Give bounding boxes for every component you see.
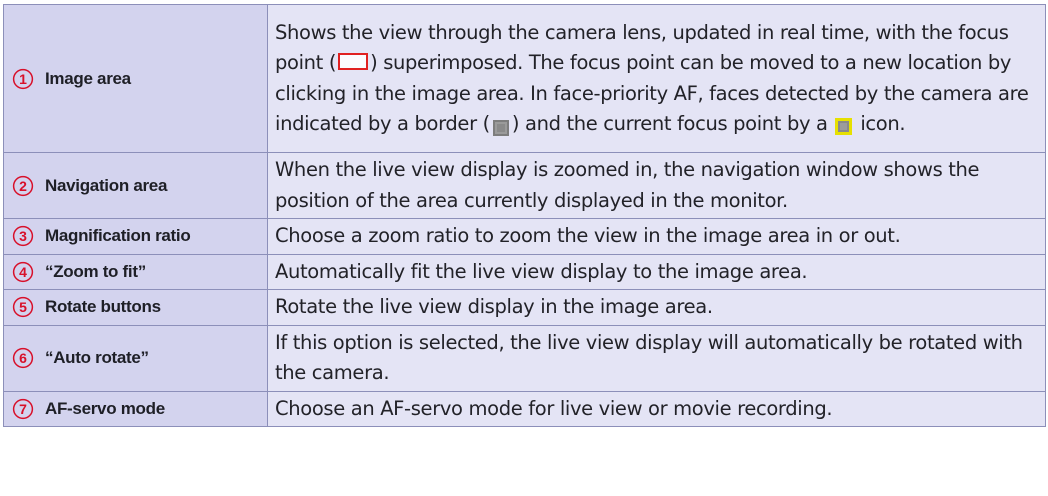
row-label-cell: 7 AF-servo mode [3, 390, 268, 427]
row-label-cell: 5 Rotate buttons [3, 289, 268, 326]
row-label: Rotate buttons [45, 297, 161, 317]
row-description-cell: Rotate the live view display in the imag… [267, 289, 1046, 326]
table-row: 7 AF-servo mode Choose an AF-servo mode fo… [3, 390, 1046, 427]
callout-number-6: 6 [12, 347, 34, 369]
row-label: Magnification ratio [45, 226, 191, 246]
callout-digit: 1 [19, 71, 27, 87]
callout-number-5: 5 [12, 296, 34, 318]
row-label-cell: 3 Magnification ratio [3, 218, 268, 255]
row-description-cell: When the live view display is zoomed in,… [267, 152, 1046, 219]
callout-number-7: 7 [12, 398, 34, 420]
table-row: 6 “Auto rotate” If this option is selected… [3, 324, 1046, 392]
table-body: 1 Image area Shows the view through the ca… [3, 4, 1046, 427]
table-row: 1 Image area Shows the view through the ca… [3, 4, 1046, 153]
description-text: Choose an AF-servo mode for live view or… [275, 396, 833, 420]
row-label: Image area [45, 68, 131, 88]
callout-digit: 5 [19, 299, 27, 315]
row-label-cell: 1 Image area [3, 4, 268, 153]
description-text: Choose a zoom ratio to zoom the view in … [275, 224, 901, 247]
row-label: “Zoom to fit” [45, 261, 146, 281]
table-row: 5 Rotate buttons Rotate the live view disp… [3, 289, 1046, 326]
row-label-cell: 2 Navigation area [3, 152, 268, 219]
description-text: ) and the current focus point by a [511, 112, 834, 135]
table-row: 4 “Zoom to fit” Automatically fit the live… [3, 253, 1046, 290]
row-description-cell: If this option is selected, the live vie… [267, 324, 1046, 392]
description-text: Rotate the live view display in the imag… [275, 295, 713, 318]
row-description-cell: Shows the view through the camera lens, … [267, 4, 1046, 153]
callout-digit: 2 [19, 178, 27, 194]
callout-number-4: 4 [12, 261, 34, 283]
row-description-cell: Choose a zoom ratio to zoom the view in … [267, 218, 1046, 255]
focus-point-icon [338, 53, 369, 70]
callout-digit: 4 [19, 264, 27, 280]
description-text: icon. [854, 112, 906, 135]
callout-digit: 6 [19, 350, 27, 366]
face-border-icon [492, 115, 509, 136]
description-text: When the live view display is zoomed in,… [275, 158, 980, 212]
callout-number-2: 2 [12, 175, 34, 197]
callout-digit: 7 [19, 401, 27, 417]
callout-number-1: 1 [12, 68, 34, 90]
ui-reference-table-container: 1 Image area Shows the view through the ca… [3, 4, 1046, 427]
row-description-cell: Automatically fit the live view display … [267, 253, 1046, 290]
table-row: 2 Navigation area When the live view displ… [3, 152, 1046, 219]
row-label-cell: 4 “Zoom to fit” [3, 253, 268, 290]
description-text: Automatically fit the live view display … [275, 259, 808, 283]
callout-digit: 3 [19, 228, 27, 244]
row-label: “Auto rotate” [45, 348, 149, 367]
row-description-cell: Choose an AF-servo mode for live view or… [267, 390, 1046, 427]
row-label-cell: 6 “Auto rotate” [3, 324, 268, 392]
callout-number-3: 3 [12, 225, 34, 247]
table-row: 3 Magnification ratio Choose a zoom ratio … [3, 218, 1046, 255]
ui-reference-table: 1 Image area Shows the view through the ca… [3, 4, 1046, 427]
row-label: Navigation area [45, 175, 168, 195]
face-focus-point-icon [835, 114, 853, 135]
description-text: If this option is selected, the live vie… [275, 330, 1023, 385]
row-label: AF-servo mode [45, 398, 165, 418]
